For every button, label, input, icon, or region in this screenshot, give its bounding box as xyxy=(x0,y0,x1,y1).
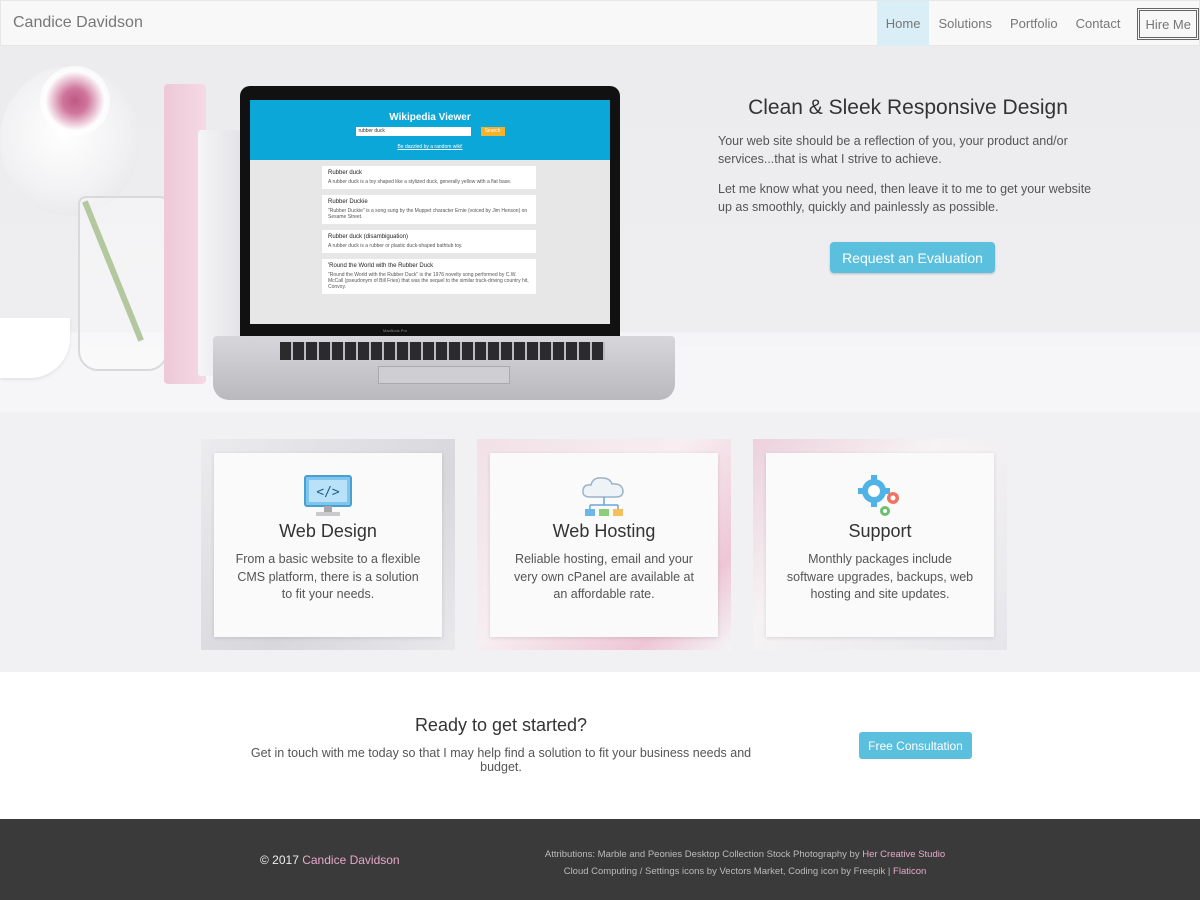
service-description: Reliable hosting, email and your very ow… xyxy=(514,552,694,601)
copyright-year: © 2017 xyxy=(260,853,299,867)
service-card-web-design: </> Web Design From a basic website to a… xyxy=(214,453,442,637)
glass-vase-image xyxy=(78,196,168,371)
attribution-text: Attributions: Marble and Peonies Desktop… xyxy=(544,849,860,860)
wiki-result-text: A rubber duck is a rubber or plastic duc… xyxy=(328,243,463,249)
peony-center-image xyxy=(40,66,110,136)
hero-title: Clean & Sleek Responsive Design xyxy=(748,96,1068,119)
brand-link[interactable]: Candice Davidson xyxy=(13,14,143,32)
code-monitor-icon: </> xyxy=(304,475,352,517)
service-title: Web Hosting xyxy=(552,521,656,541)
laptop-base: MacBook Pro xyxy=(213,328,675,400)
hero-section: Wikipedia Viewer rubber duck Search Be d… xyxy=(0,46,1200,412)
hire-me-button[interactable]: Hire Me xyxy=(1137,8,1199,40)
cloud-network-icon xyxy=(580,475,628,517)
her-creative-studio-link[interactable]: Her Creative Studio xyxy=(862,849,945,860)
copyright: © 2017 Candice Davidson xyxy=(260,853,400,867)
service-card-web-hosting: Web Hosting Reliable hosting, email and … xyxy=(490,453,718,637)
hero-paragraph: Let me know what you need, then leave it… xyxy=(718,182,1092,214)
hero-text-block: Clean & Sleek Responsive Design Your web… xyxy=(718,96,1108,216)
wiki-search-button: Search xyxy=(480,127,505,136)
wiki-header: Wikipedia Viewer rubber duck Search Be d… xyxy=(250,100,610,160)
nav-menu: Home Solutions Portfolio Contact Hire Me xyxy=(876,1,1199,46)
attribution-line: Cloud Computing / Settings icons by Vect… xyxy=(480,863,1010,880)
nav-contact[interactable]: Contact xyxy=(1067,1,1130,46)
nav-portfolio[interactable]: Portfolio xyxy=(1001,1,1067,46)
service-description: From a basic website to a flexible CMS p… xyxy=(235,552,421,601)
wiki-results: Rubber duck A rubber duck is a toy shape… xyxy=(250,160,610,294)
wiki-search-input: rubber duck xyxy=(355,127,471,136)
macbook-label: MacBook Pro xyxy=(383,328,408,333)
laptop-trackpad xyxy=(378,366,510,384)
attribution-text: Cloud Computing / Settings icons by Vect… xyxy=(563,866,891,877)
wiki-result-card: Rubber Duckie "Rubber Duckie" is a song … xyxy=(322,195,536,224)
service-description: Monthly packages include software upgrad… xyxy=(786,552,974,601)
attribution-line: Attributions: Marble and Peonies Desktop… xyxy=(480,846,1010,863)
service-card-support: Support Monthly packages include softwar… xyxy=(766,453,994,637)
gears-icon xyxy=(856,475,904,517)
footer: © 2017 Candice Davidson Attributions: Ma… xyxy=(0,819,1200,900)
free-consultation-button[interactable]: Free Consultation xyxy=(859,732,972,759)
laptop-keyboard xyxy=(280,342,605,360)
wikipedia-viewer-screenshot: Wikipedia Viewer rubber duck Search Be d… xyxy=(250,100,610,324)
service-title: Support xyxy=(848,521,912,541)
wiki-random-link: Be dazzled by a random wiki! xyxy=(397,144,463,150)
attributions: Attributions: Marble and Peonies Desktop… xyxy=(480,846,1010,880)
wiki-search-row: rubber duck Search xyxy=(250,127,610,136)
wiki-result-text: "Rubber Duckie" is a song sung by the Mu… xyxy=(328,208,528,220)
nav-solutions[interactable]: Solutions xyxy=(929,1,1000,46)
wiki-result-card: Rubber duck A rubber duck is a toy shape… xyxy=(322,166,536,189)
wiki-title: Wikipedia Viewer xyxy=(389,112,471,123)
wiki-result-title: 'Round the World with the Rubber Duck xyxy=(328,263,434,269)
nav-home[interactable]: Home xyxy=(876,1,930,46)
cta-text: Get in touch with me today so that I may… xyxy=(250,746,752,774)
svg-text:</>: </> xyxy=(316,485,340,500)
flaticon-link[interactable]: Flaticon xyxy=(893,866,926,877)
wiki-result-text: "Round the World with the Rubber Duck" i… xyxy=(328,272,529,290)
cta-section: Ready to get started? Get in touch with … xyxy=(0,672,1200,819)
services-section: </> Web Design From a basic website to a… xyxy=(0,412,1200,672)
wiki-result-text: A rubber duck is a toy shaped like a sty… xyxy=(328,179,512,185)
cta-title: Ready to get started? xyxy=(414,715,588,735)
copyright-name-link[interactable]: Candice Davidson xyxy=(302,853,399,867)
laptop-screen: Wikipedia Viewer rubber duck Search Be d… xyxy=(240,86,620,336)
wiki-result-title: Rubber duck xyxy=(328,170,363,176)
navbar: Candice Davidson Home Solutions Portfoli… xyxy=(0,0,1200,46)
request-evaluation-button[interactable]: Request an Evaluation xyxy=(830,242,995,273)
service-title: Web Design xyxy=(279,521,377,541)
wiki-result-card: Rubber duck (disambiguation) A rubber du… xyxy=(322,230,536,253)
wiki-result-card: 'Round the World with the Rubber Duck "R… xyxy=(322,259,536,294)
hero-paragraph: Your web site should be a reflection of … xyxy=(718,134,1068,166)
wiki-result-title: Rubber Duckie xyxy=(328,199,368,205)
wiki-result-title: Rubber duck (disambiguation) xyxy=(328,234,409,240)
